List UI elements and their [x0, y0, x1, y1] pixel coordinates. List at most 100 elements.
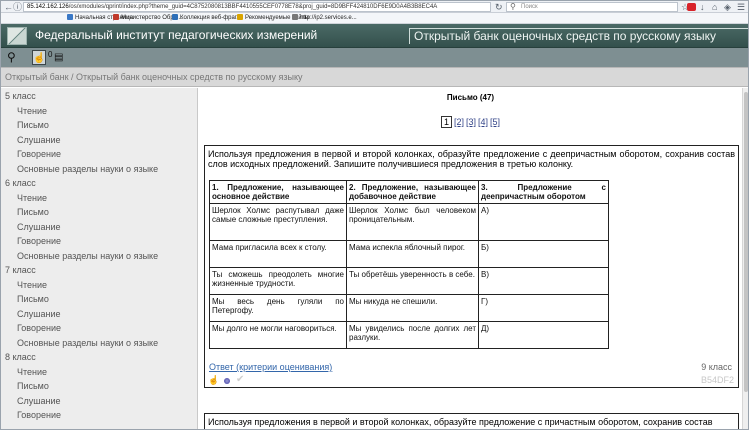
- table-header-cell: 3. Предложение с деепричастным оборотом: [478, 180, 609, 204]
- sidebar-item[interactable]: Основные разделы науки о языке: [17, 251, 158, 261]
- scrollbar-thumb[interactable]: [744, 92, 748, 392]
- page-link[interactable]: [2]: [454, 117, 464, 127]
- checkmark-icon[interactable]: ✔: [236, 374, 244, 385]
- adblock-icon[interactable]: [687, 3, 696, 11]
- search-placeholder: Поиск: [521, 4, 538, 10]
- sidebar-item[interactable]: Основные разделы науки о языке: [17, 338, 158, 348]
- sidebar-item[interactable]: Основные разделы науки о языке: [17, 164, 158, 174]
- table-cell: Мы увиделись после долгих лет разлуки.: [346, 321, 479, 349]
- page-link[interactable]: [5]: [490, 117, 500, 127]
- menu-icon[interactable]: ☰: [737, 2, 745, 12]
- table-row: Мы весь день гуляли по Петергофу. Мы нику…: [209, 294, 609, 322]
- home-icon[interactable]: ⌂: [712, 2, 717, 12]
- table-cell: Мама испекла яблочный пирог.: [346, 240, 479, 268]
- info-icon[interactable]: ⓘ: [13, 1, 22, 13]
- sidebar-item[interactable]: Слушание: [17, 135, 60, 145]
- table-row: Мы долго не могли наговориться. Мы увидел…: [209, 321, 609, 349]
- table-cell[interactable]: Д): [478, 321, 609, 349]
- table-row: Ты сможешь преодолеть многие жизненные т…: [209, 267, 609, 295]
- sidebar-grade[interactable]: 8 класс: [5, 352, 36, 362]
- fipi-logo: [7, 27, 27, 45]
- task-status-icon[interactable]: [224, 378, 230, 384]
- sidebar-item[interactable]: Говорение: [17, 323, 61, 333]
- bank-name: Открытый банк оценочных средств по русск…: [409, 28, 748, 44]
- reload-icon[interactable]: ↻: [495, 2, 503, 12]
- task-text: Используя предложения в первой и второй …: [208, 149, 735, 169]
- sidebar-item[interactable]: Слушание: [17, 222, 60, 232]
- chart-icon[interactable]: ▤: [54, 50, 66, 65]
- hand-pointer-icon[interactable]: ☝: [208, 375, 219, 385]
- bookmark-item[interactable]: http://ip2.services.e...: [292, 13, 357, 24]
- bookmark-favicon-icon: [172, 14, 178, 20]
- sidebar-item[interactable]: Письмо: [17, 381, 49, 391]
- selected-count: 0: [48, 50, 53, 59]
- pagination: 1 [2] [3] [4] [5]: [199, 116, 742, 128]
- back-icon[interactable]: ←: [4, 1, 13, 13]
- bookmark-favicon-icon: [292, 14, 298, 20]
- main-content: Письмо (47) 1 [2] [3] [4] [5] Используя пред…: [199, 88, 742, 429]
- browser-window: ← ⓘ 85.142.162.126/os/xmodules/qprint/in…: [0, 0, 749, 430]
- bookmark-item[interactable]: Коллекция веб-фраг...: [172, 13, 241, 24]
- sidebar-grade[interactable]: 7 класс: [5, 265, 36, 275]
- bookmark-label: http://ip2.services.e...: [300, 15, 357, 21]
- task-table: 1. Предложение, называющее основное дейс…: [209, 180, 609, 349]
- download-icon[interactable]: ↓: [700, 2, 705, 12]
- bookmark-favicon-icon: [237, 14, 243, 20]
- breadcrumb[interactable]: Открытый банк / Открытый банк оценочных …: [1, 67, 748, 87]
- sidebar-item[interactable]: Говорение: [17, 149, 61, 159]
- table-cell: Ты сможешь преодолеть многие жизненные т…: [209, 267, 347, 295]
- address-bar[interactable]: 85.142.162.126/os/xmodules/qprint/index.…: [23, 2, 491, 12]
- task-toolbar: ⚲ ☝ 0 ▤: [1, 48, 748, 67]
- sidebar-item[interactable]: Письмо: [17, 207, 49, 217]
- address-toolbar: ← ⓘ 85.142.162.126/os/xmodules/qprint/in…: [1, 1, 748, 13]
- bookmark-label: Коллекция веб-фраг...: [180, 15, 242, 21]
- page-link[interactable]: [3]: [466, 117, 476, 127]
- table-cell: Ты обретёшь уверенность в себе.: [346, 267, 479, 295]
- site-banner: Федеральный институт педагогических изме…: [1, 24, 748, 48]
- sidebar-item[interactable]: Чтение: [17, 367, 47, 377]
- table-cell: Мы весь день гуляли по Петергофу.: [209, 294, 347, 322]
- url-domain: 85.142.162.126: [27, 4, 69, 10]
- table-cell[interactable]: Б): [478, 240, 609, 268]
- table-row: Шерлок Холмс распутывал даже самые сложн…: [209, 203, 609, 241]
- sidebar-item[interactable]: Чтение: [17, 193, 47, 203]
- table-cell: Мы долго не могли наговориться.: [209, 321, 347, 349]
- task-card: Используя предложения в первой и второй …: [204, 145, 739, 388]
- magnifier-icon[interactable]: ⚲: [7, 50, 23, 65]
- vertical-scrollbar[interactable]: [742, 88, 748, 429]
- bookmarks-bar: Начальная страница Министерство Обра... Ко…: [1, 13, 748, 24]
- answer-link[interactable]: Ответ (критерии оценивания): [209, 362, 332, 372]
- url-path: /os/xmodules/qprint/index.php?theme_guid…: [68, 4, 438, 10]
- table-cell: Мы никуда не спешили.: [346, 294, 479, 322]
- sidebar-item[interactable]: Чтение: [17, 106, 47, 116]
- table-cell[interactable]: А): [478, 203, 609, 241]
- sidebar-item[interactable]: Письмо: [17, 294, 49, 304]
- sidebar-item[interactable]: Говорение: [17, 410, 61, 420]
- table-cell[interactable]: Г): [478, 294, 609, 322]
- table-header-cell: 2. Предложение, называющее добавочное де…: [346, 180, 479, 204]
- sidebar-item[interactable]: Слушание: [17, 309, 60, 319]
- sidebar: 5 класс Чтение Письмо Слушание Говорение Осно…: [1, 88, 198, 429]
- page-current: 1: [440, 116, 452, 128]
- table-cell[interactable]: В): [478, 267, 609, 295]
- sidebar-grade[interactable]: 6 класс: [5, 178, 36, 188]
- task-card: Используя предложения в первой и второй …: [204, 413, 739, 429]
- task-text: Используя предложения в первой и второй …: [208, 417, 713, 427]
- page-link[interactable]: [4]: [478, 117, 488, 127]
- sidebar-item[interactable]: Письмо: [17, 120, 49, 130]
- page-title: Письмо (47): [446, 93, 495, 102]
- pocket-icon[interactable]: ◈: [724, 2, 731, 12]
- task-actions: ☝ ✔ B54DF2: [205, 374, 738, 387]
- sidebar-item[interactable]: Слушание: [17, 396, 60, 406]
- bookmark-favicon-icon: [113, 14, 119, 20]
- table-header-cell: 1. Предложение, называющее основное дейс…: [209, 180, 347, 204]
- grade-label: 9 класс: [701, 362, 732, 372]
- task-code: B54DF2: [700, 375, 734, 385]
- hand-pointer-icon[interactable]: ☝: [32, 50, 46, 65]
- sidebar-item[interactable]: Чтение: [17, 280, 47, 290]
- search-input[interactable]: ⚲ Поиск: [506, 2, 678, 12]
- table-cell: Мама пригласила всех к столу.: [209, 240, 347, 268]
- sidebar-grade[interactable]: 5 класс: [5, 91, 36, 101]
- sidebar-item[interactable]: Говорение: [17, 236, 61, 246]
- bookmark-favicon-icon: [67, 14, 73, 20]
